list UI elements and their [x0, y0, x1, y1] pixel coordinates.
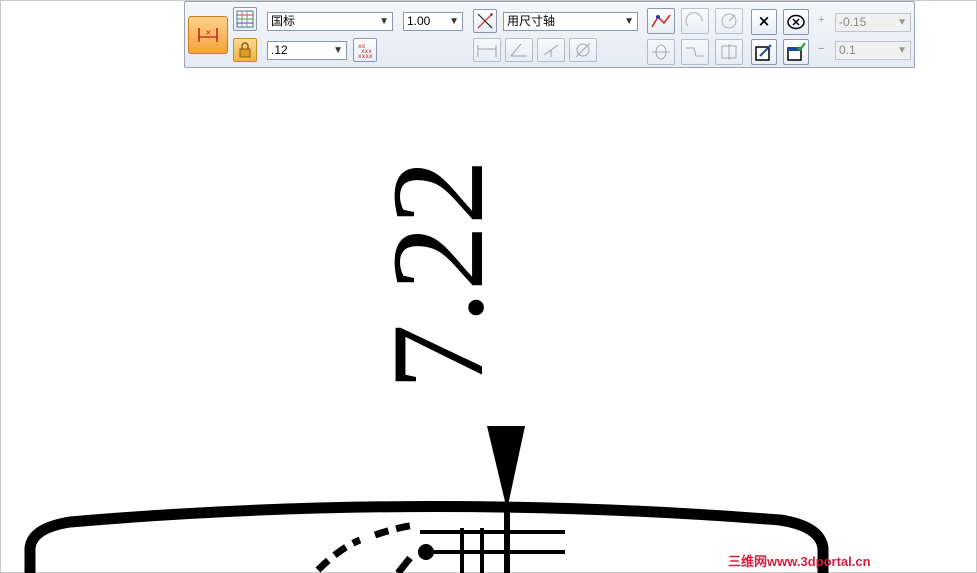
tolerance-format-button[interactable]: xx xxx xxxx: [353, 38, 377, 62]
smart-dimension-icon: [651, 14, 671, 28]
radius-dimension-icon: [543, 44, 559, 57]
horizontal-dim-button[interactable]: [473, 38, 501, 62]
smart-dimension-button[interactable]: [647, 8, 675, 34]
chevron-down-icon: ▼: [379, 16, 389, 27]
angle-dim-button[interactable]: [505, 38, 533, 62]
orientation-value: 用尺寸轴: [507, 14, 556, 28]
upper-tolerance-select[interactable]: -0.15 ▼: [835, 13, 911, 32]
watermark-text: 三维网www.3dportal.cn: [728, 554, 871, 569]
hidden-arc: [315, 521, 416, 573]
grid-style-icon: [236, 10, 254, 28]
check-window-icon: [787, 42, 806, 61]
lower-tolerance-sign: −: [818, 43, 825, 55]
drawing-canvas[interactable]: 7.22 三维网www.3dportal.cn: [0, 0, 977, 573]
circle-dim-button[interactable]: [715, 8, 743, 34]
chain-dim-button[interactable]: [681, 39, 709, 65]
diameter-dim-button[interactable]: [569, 38, 597, 62]
linear-dimension-icon: ×: [198, 28, 218, 42]
symmetric-dim-button[interactable]: [647, 39, 675, 65]
chevron-down-icon: ▼: [449, 16, 459, 27]
scale-select[interactable]: 1.00 ▼: [403, 12, 463, 31]
coordinate-dim-button[interactable]: [715, 39, 743, 65]
chevron-down-icon: ▼: [333, 45, 343, 56]
dimension-arrowhead: [487, 426, 525, 510]
dimension-style-button[interactable]: ×: [188, 16, 228, 54]
dimension-value: 7.22: [364, 159, 511, 390]
edit-properties-button[interactable]: [751, 39, 777, 65]
diameter-dimension-icon: [575, 42, 591, 58]
clear-button[interactable]: ×: [751, 9, 777, 35]
hidden-arc: [395, 555, 413, 573]
dimension-command-bar: × 国标 ▼ .12 ▼ xx xxx xxxx 1.00 ▼ 用尺寸轴 ▼ ×…: [184, 1, 915, 68]
symmetric-dimension-icon: [652, 44, 670, 60]
close-icon: ×: [757, 12, 771, 30]
chevron-down-icon: ▼: [897, 45, 907, 56]
orientation-button[interactable]: [473, 9, 497, 33]
tolerance-format-icon: xx xxx xxxx: [358, 43, 373, 59]
horizontal-dimension-icon: [477, 45, 497, 57]
orientation-select[interactable]: 用尺寸轴 ▼: [503, 12, 638, 31]
chain-dimension-icon: [686, 47, 704, 57]
dimension-style-value: 国标: [271, 14, 296, 28]
circle-close-icon: [787, 14, 805, 30]
lock-icon: [239, 42, 251, 58]
style-grid-button[interactable]: [233, 7, 257, 31]
dimension-text[interactable]: 7.22: [330, 90, 520, 400]
circle-dimension-icon: [721, 13, 737, 29]
svg-text:×: ×: [205, 28, 212, 37]
accept-button[interactable]: [783, 39, 809, 65]
scale-value: 1.00: [407, 14, 431, 28]
lock-button[interactable]: [233, 38, 257, 62]
upper-tolerance-sign: +: [818, 14, 825, 26]
edit-icon: [755, 44, 772, 61]
upper-tolerance-value: -0.15: [839, 15, 867, 29]
coordinate-dimension-icon: [721, 44, 737, 60]
arc-dim-button[interactable]: [681, 8, 709, 34]
lower-tolerance-value: 0.1: [839, 43, 856, 57]
precision-select[interactable]: .12 ▼: [267, 41, 347, 60]
axis-orientation-icon: [477, 13, 493, 29]
svg-text:xxxx: xxxx: [358, 53, 373, 59]
chevron-down-icon: ▼: [897, 17, 907, 28]
angle-dimension-icon: [510, 43, 527, 57]
lower-tolerance-select[interactable]: 0.1 ▼: [835, 41, 911, 60]
precision-value: .12: [271, 43, 288, 57]
center-point: [418, 544, 434, 560]
radius-dim-button[interactable]: [537, 38, 565, 62]
dimension-style-select[interactable]: 国标 ▼: [267, 12, 393, 31]
chevron-down-icon: ▼: [624, 16, 634, 27]
part-outline: [24, 500, 829, 573]
cancel-button[interactable]: [783, 9, 809, 35]
arc-dimension-icon: [685, 12, 703, 27]
